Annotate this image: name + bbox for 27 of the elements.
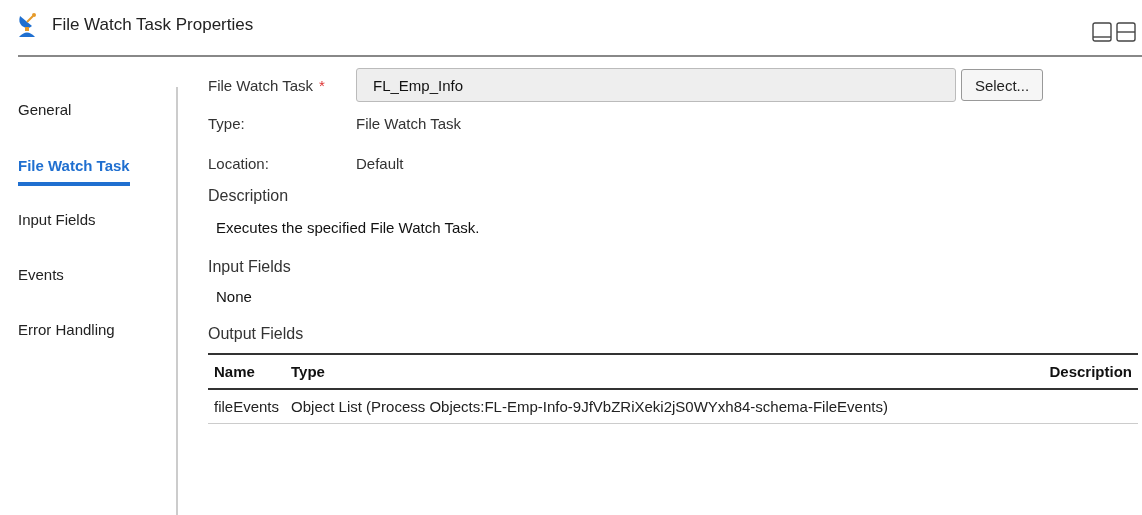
info-value: File Watch Task [356, 114, 462, 132]
table-cell: Object List (Process Objects:FL-Emp-Info-9JfVbZRiXeki2jS0WYxh84-schema-FileEvents) [285, 389, 1044, 424]
none-text: None [216, 288, 252, 305]
required-mark: * [319, 76, 325, 94]
section-heading: Description [208, 187, 289, 204]
info-label: Location: [208, 154, 270, 172]
sidebar-tab[interactable]: Input Fields [18, 203, 96, 235]
select-button[interactable]: Select... [961, 69, 1043, 101]
sidebar-tab[interactable]: General [18, 93, 72, 125]
sidebar-tab[interactable]: Events [18, 258, 64, 290]
description-text: Executes the specified File Watch Task. [216, 219, 480, 236]
column-header: Description [1043, 354, 1138, 389]
field-label: File Watch Task [208, 76, 314, 94]
window-title: File Watch Task Properties [52, 14, 254, 35]
sidebar-tab[interactable]: Error Handling [18, 313, 115, 345]
column-header: Name [208, 354, 286, 389]
sidebar-tab[interactable]: File Watch Task [18, 148, 130, 186]
split-layout-icon[interactable] [1116, 21, 1136, 42]
table-cell: fileEvents [208, 389, 286, 424]
bottom-panel-layout-icon[interactable] [1092, 21, 1112, 42]
task-field[interactable]: FL_Emp_Info [356, 68, 956, 102]
satellite-dish-icon [18, 11, 38, 38]
column-header: Type [285, 354, 1044, 389]
info-value: Default [356, 154, 404, 172]
info-label: Type: [208, 114, 246, 132]
section-heading: Input Fields [208, 258, 291, 275]
section-heading: Output Fields [208, 325, 304, 342]
